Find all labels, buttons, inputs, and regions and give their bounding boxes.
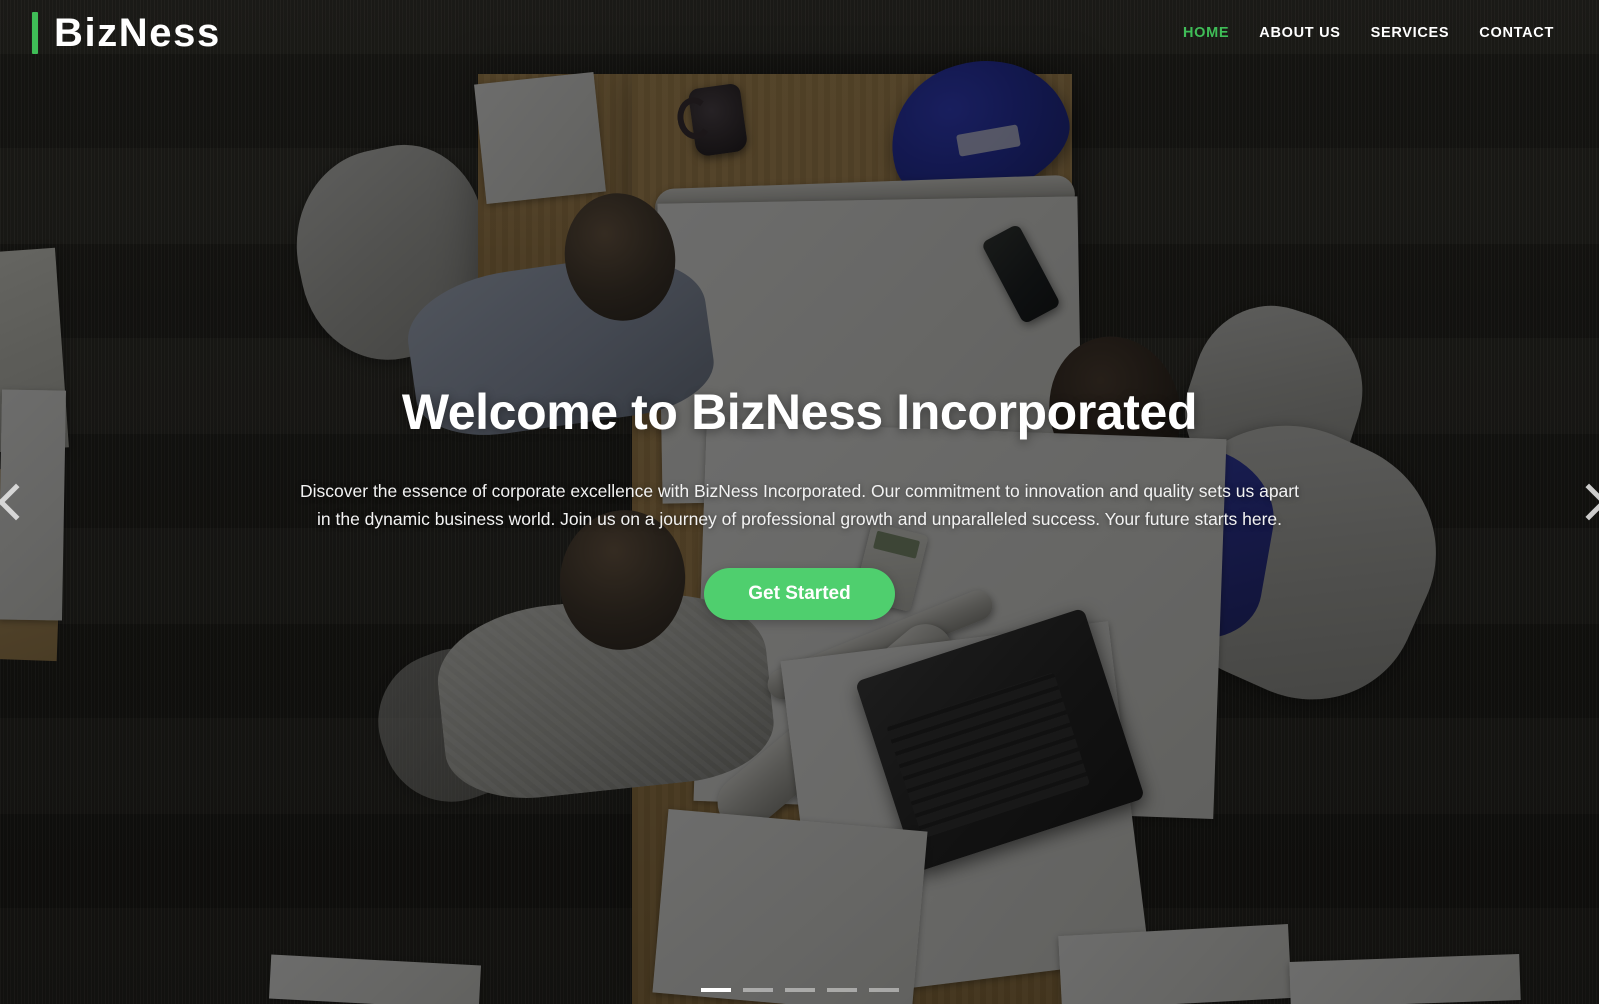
main-navbar: BizNess HOME ABOUT US SERVICES CONTACT [0, 0, 1599, 66]
hero-content: Welcome to BizNess Incorporated Discover… [295, 384, 1305, 621]
carousel-prev-button[interactable] [0, 467, 38, 537]
nav-links: HOME ABOUT US SERVICES CONTACT [1168, 25, 1569, 41]
brand-name: BizNess [54, 11, 221, 55]
brand-accent-bar-icon [32, 12, 38, 54]
nav-link-services[interactable]: SERVICES [1356, 25, 1465, 41]
carousel-indicator-2[interactable] [742, 988, 773, 992]
chevron-left-icon [0, 483, 35, 521]
carousel-next-button[interactable] [1567, 467, 1599, 537]
carousel-indicator-5[interactable] [868, 988, 899, 992]
nav-link-home[interactable]: HOME [1168, 25, 1244, 41]
hero-title: Welcome to BizNess Incorporated [401, 384, 1198, 440]
carousel-indicators [700, 988, 899, 992]
nav-link-contact[interactable]: CONTACT [1464, 25, 1569, 41]
carousel-indicator-4[interactable] [826, 988, 857, 992]
get-started-button[interactable]: Get Started [704, 568, 895, 621]
hero-carousel: BizNess HOME ABOUT US SERVICES CONTACT W… [0, 0, 1599, 1004]
carousel-indicator-3[interactable] [784, 988, 815, 992]
hero-paragraph: Discover the essence of corporate excell… [300, 481, 1299, 529]
brand-logo[interactable]: BizNess [32, 12, 221, 54]
carousel-indicator-1[interactable] [700, 988, 731, 992]
nav-link-about-us[interactable]: ABOUT US [1244, 25, 1355, 41]
chevron-right-icon [1570, 483, 1599, 521]
